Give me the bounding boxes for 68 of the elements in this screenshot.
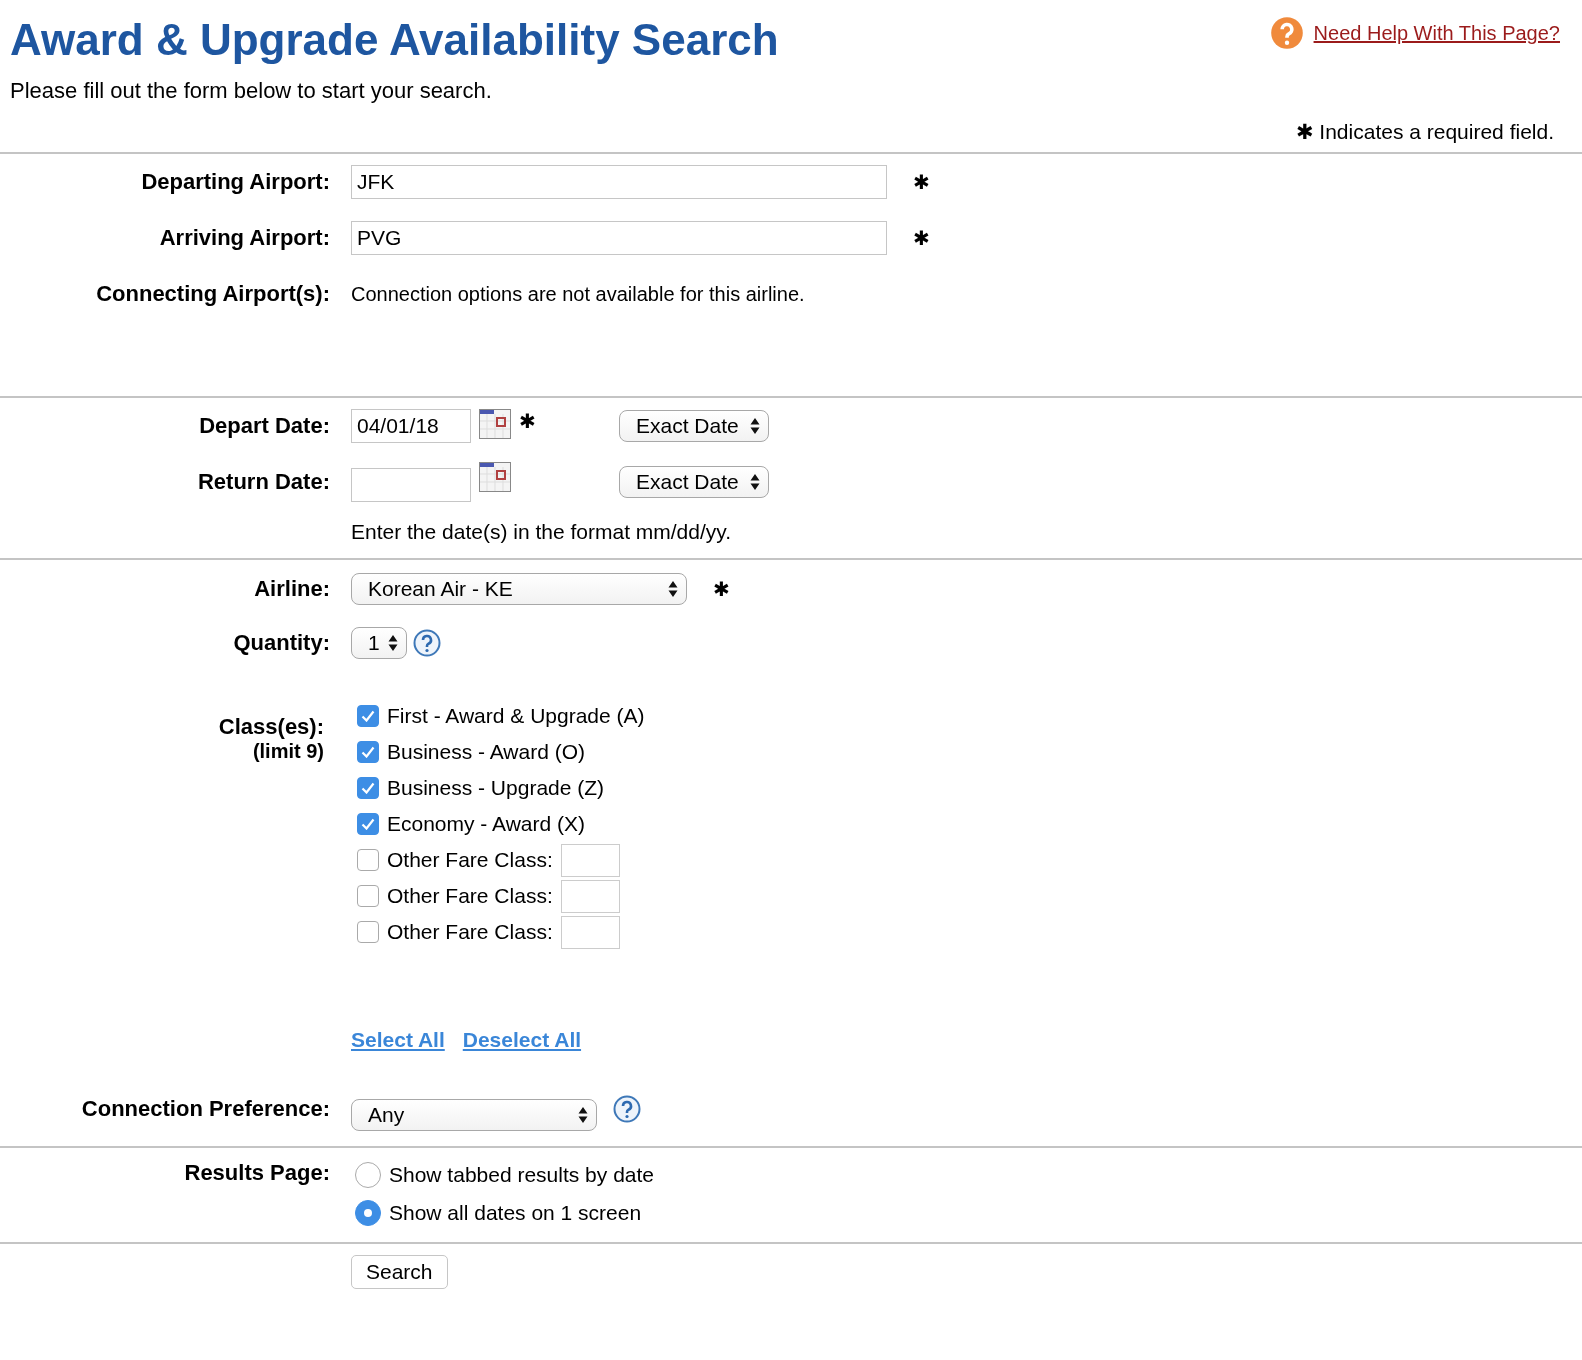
date-format-hint: Enter the date(s) in the format mm/dd/yy. xyxy=(351,520,733,544)
field-label: Class(es): xyxy=(218,714,324,740)
quantity-select[interactable]: 1 xyxy=(351,627,407,659)
field-label: Airline: xyxy=(253,576,330,602)
class-label: Other Fare Class: xyxy=(387,920,553,944)
radio-label: Show tabbed results by date xyxy=(389,1163,654,1187)
field-label: Results Page: xyxy=(183,1160,330,1186)
up-down-arrows-icon xyxy=(750,473,760,491)
text-field[interactable]: JFK xyxy=(351,165,887,199)
deselect-all-link[interactable]: Deselect All xyxy=(462,1028,582,1052)
class-label: Business - Upgrade (Z) xyxy=(387,776,605,800)
text-field[interactable]: PVG xyxy=(351,221,887,255)
up-down-arrows-icon xyxy=(388,634,398,652)
up-down-arrows-icon xyxy=(578,1106,588,1124)
fare-class-field[interactable] xyxy=(560,879,620,913)
connection-preference-select[interactable]: Any xyxy=(351,1099,597,1131)
search-button[interactable]: Search xyxy=(351,1255,448,1289)
field-label: Connecting Airport(s): xyxy=(95,281,330,307)
connection-note: Connection options are not available for this airline. xyxy=(351,282,806,306)
checkmark-icon xyxy=(361,782,375,794)
date-field[interactable]: 04/01/18 xyxy=(351,409,471,443)
checkbox[interactable] xyxy=(357,885,379,907)
field-label: Connection Preference: xyxy=(80,1096,330,1122)
class-label: Business - Award (O) xyxy=(387,740,585,764)
fare-class-field[interactable] xyxy=(560,843,620,877)
field-label: Arriving Airport: xyxy=(158,225,330,251)
class-label: First - Award & Upgrade (A) xyxy=(387,704,645,728)
help-icon[interactable] xyxy=(1269,16,1304,50)
select-all-link[interactable]: Select All xyxy=(351,1028,445,1052)
checkbox[interactable] xyxy=(357,849,379,871)
checkmark-icon xyxy=(361,818,375,830)
date-mode-select[interactable]: Exact Date xyxy=(619,466,769,498)
up-down-arrows-icon xyxy=(668,580,678,598)
class-label: Economy - Award (X) xyxy=(387,812,585,836)
page-title: Award & Upgrade Availability Search xyxy=(10,14,779,66)
airline-select[interactable]: Korean Air - KE xyxy=(351,573,687,605)
calendar-icon[interactable] xyxy=(479,409,511,439)
up-down-arrows-icon xyxy=(750,417,760,435)
field-label: Return Date: xyxy=(197,469,330,495)
radio-label: Show all dates on 1 screen xyxy=(389,1201,642,1225)
required-asterisk: ✱ xyxy=(913,170,930,194)
fare-class-field[interactable] xyxy=(560,915,620,949)
date-field[interactable] xyxy=(351,468,471,502)
field-label: Depart Date: xyxy=(198,413,330,439)
required-asterisk: ✱ xyxy=(519,409,536,433)
required-asterisk: ✱ xyxy=(913,226,930,250)
required-field-note: ✱ Indicates a required field. xyxy=(1294,119,1555,145)
limit-note: (limit 9) xyxy=(252,740,324,763)
checkbox[interactable] xyxy=(357,921,379,943)
checkmark-icon xyxy=(361,710,375,722)
checkbox[interactable] xyxy=(357,741,379,763)
class-label: Other Fare Class: xyxy=(387,848,553,872)
help-icon[interactable] xyxy=(613,1095,641,1123)
checkbox[interactable] xyxy=(357,777,379,799)
date-mode-select[interactable]: Exact Date xyxy=(619,410,769,442)
page-subtitle: Please fill out the form below to start your search. xyxy=(10,78,493,104)
help-link[interactable]: Need Help With This Page? xyxy=(1313,21,1560,45)
class-label: Other Fare Class: xyxy=(387,884,553,908)
checkmark-icon xyxy=(361,746,375,758)
checkbox[interactable] xyxy=(357,705,379,727)
checkbox[interactable] xyxy=(357,813,379,835)
field-label: Departing Airport: xyxy=(140,169,330,195)
required-asterisk: ✱ xyxy=(713,577,730,601)
field-label: Quantity: xyxy=(232,630,330,656)
radio-button[interactable] xyxy=(355,1200,381,1226)
radio-button[interactable] xyxy=(355,1162,381,1188)
help-icon[interactable] xyxy=(413,629,441,657)
calendar-icon[interactable] xyxy=(479,462,511,492)
